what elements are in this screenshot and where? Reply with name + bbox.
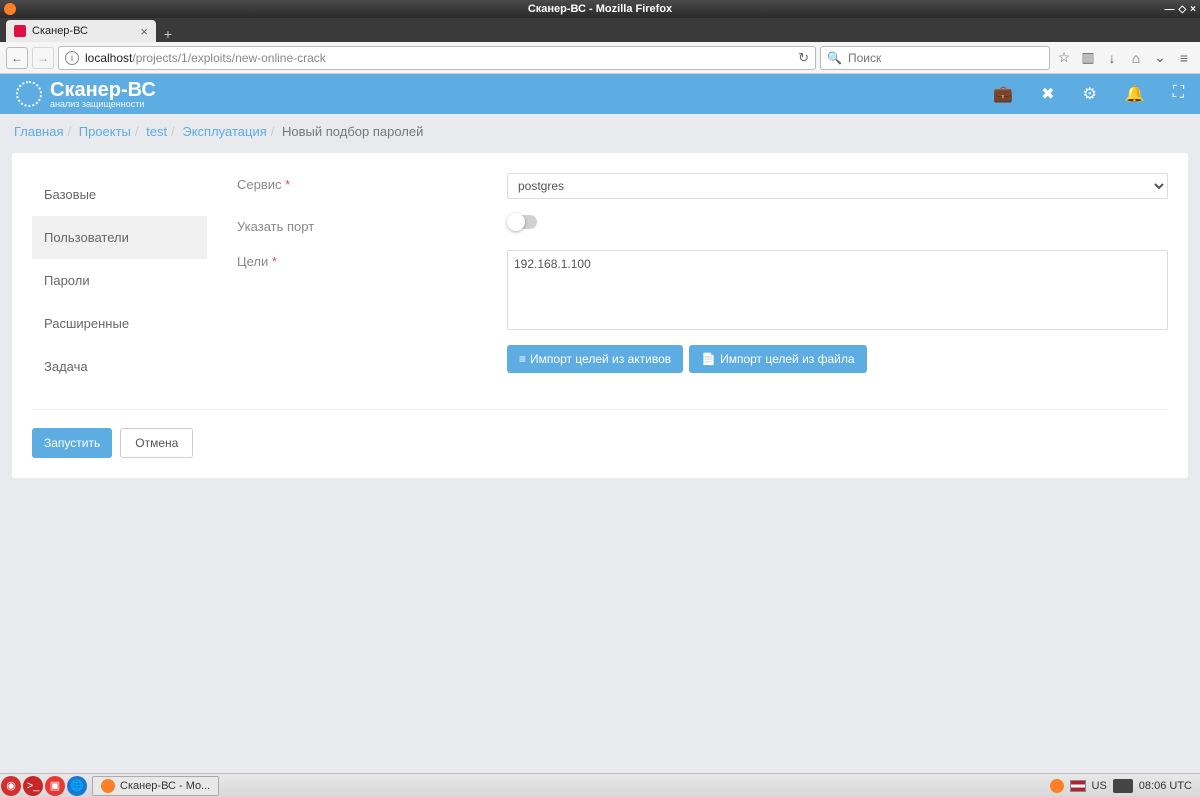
tab-close-icon[interactable]: × xyxy=(140,24,148,39)
fullscreen-icon[interactable]: ⛶ xyxy=(1173,84,1184,104)
taskbar-terminal-icon[interactable]: >_ xyxy=(23,776,43,796)
menu-icon[interactable]: ≡ xyxy=(1174,48,1194,68)
site-info-icon[interactable]: i xyxy=(65,51,79,65)
tray-keyboard-icon[interactable] xyxy=(1113,779,1133,793)
maximize-button[interactable]: ◇ xyxy=(1178,4,1186,15)
brand-tagline: анализ защищенности xyxy=(50,100,156,109)
taskbar-app-icon[interactable]: ◉ xyxy=(1,776,21,796)
reload-icon[interactable]: ↻ xyxy=(798,50,809,66)
pocket-icon[interactable]: ⌄ xyxy=(1150,48,1170,68)
taskbar-task[interactable]: Сканер-ВС - Mo... xyxy=(92,776,219,796)
form: Сервис * postgres Указать порт Цели * xyxy=(207,173,1168,389)
app-header: Сканер-ВС анализ защищенности 💼 ✖ ⚙ 🔔 ⛶ xyxy=(0,74,1200,114)
minimize-button[interactable]: — xyxy=(1164,4,1174,15)
port-toggle[interactable] xyxy=(507,215,537,229)
search-icon: 🔍 xyxy=(827,51,842,65)
firefox-icon xyxy=(4,3,16,15)
downloads-icon[interactable]: ↓ xyxy=(1102,48,1122,68)
url-text: localhost/projects/1/exploits/new-online… xyxy=(85,51,326,65)
breadcrumb-link[interactable]: Главная xyxy=(14,124,63,139)
new-tab-button[interactable]: + xyxy=(156,26,180,42)
vertical-tabs: Базовые Пользователи Пароли Расширенные … xyxy=(32,173,207,389)
tray-firefox-icon[interactable] xyxy=(1050,779,1064,793)
tab-title: Сканер-ВС xyxy=(32,25,88,37)
targets-input[interactable] xyxy=(507,250,1168,330)
bell-icon[interactable]: 🔔 xyxy=(1125,84,1145,104)
taskbar-browser-icon[interactable]: 🌐 xyxy=(67,776,87,796)
import-from-file-button[interactable]: 📄 Импорт целей из файла xyxy=(689,345,866,373)
gear-icon[interactable]: ⚙ xyxy=(1083,84,1097,104)
browser-tab-strip: Сканер-ВС × + xyxy=(0,18,1200,42)
url-bar[interactable]: i localhost/projects/1/exploits/new-onli… xyxy=(58,46,816,70)
breadcrumb: Главная/ Проекты/ test/ Эксплуатация/ Но… xyxy=(0,114,1200,147)
breadcrumb-current: Новый подбор паролей xyxy=(282,124,423,139)
service-select[interactable]: postgres xyxy=(507,173,1168,199)
search-input[interactable] xyxy=(848,51,1043,65)
favicon xyxy=(14,25,26,37)
home-icon[interactable]: ⌂ xyxy=(1126,48,1146,68)
panel-footer: Запустить Отмена xyxy=(32,409,1168,458)
bookmark-icon[interactable]: ☆ xyxy=(1054,48,1074,68)
import-from-assets-button[interactable]: ≡ Импорт целей из активов xyxy=(507,345,683,373)
browser-search[interactable]: 🔍 xyxy=(820,46,1050,70)
back-button[interactable]: ← xyxy=(6,47,28,69)
window-title: Сканер-ВС - Mozilla Firefox xyxy=(528,3,672,15)
tab-basic[interactable]: Базовые xyxy=(32,173,207,216)
taskbar-files-icon[interactable]: ▣ xyxy=(45,776,65,796)
forward-button[interactable]: → xyxy=(32,47,54,69)
list-icon: ≡ xyxy=(519,352,526,366)
close-button[interactable]: × xyxy=(1190,4,1196,15)
tray-lang[interactable]: US xyxy=(1092,780,1107,792)
tray-flag-icon[interactable] xyxy=(1070,780,1086,792)
brand-name: Сканер-ВС xyxy=(50,80,156,100)
tray-clock: 08:06 UTC xyxy=(1139,780,1192,792)
tab-passwords[interactable]: Пароли xyxy=(32,259,207,302)
os-titlebar: Сканер-ВС - Mozilla Firefox — ◇ × xyxy=(0,0,1200,18)
taskbar-task-label: Сканер-ВС - Mo... xyxy=(120,780,210,792)
tab-users[interactable]: Пользователи xyxy=(32,216,207,259)
breadcrumb-link[interactable]: test xyxy=(146,124,167,139)
os-taskbar: ◉ >_ ▣ 🌐 Сканер-ВС - Mo... US 08:06 UTC xyxy=(0,773,1200,797)
cancel-button[interactable]: Отмена xyxy=(120,428,193,458)
breadcrumb-link[interactable]: Эксплуатация xyxy=(182,124,266,139)
breadcrumb-link[interactable]: Проекты xyxy=(79,124,131,139)
logo-icon xyxy=(16,81,42,107)
tools-icon[interactable]: ✖ xyxy=(1041,84,1054,104)
main-panel: Базовые Пользователи Пароли Расширенные … xyxy=(12,153,1188,478)
library-icon[interactable]: ▥ xyxy=(1078,48,1098,68)
browser-toolbar: ← → i localhost/projects/1/exploits/new-… xyxy=(0,42,1200,74)
tab-task[interactable]: Задача xyxy=(32,345,207,388)
tab-advanced[interactable]: Расширенные xyxy=(32,302,207,345)
targets-label: Цели * xyxy=(237,250,507,269)
browser-tab[interactable]: Сканер-ВС × xyxy=(6,20,156,42)
port-label: Указать порт xyxy=(237,215,507,234)
file-icon: 📄 xyxy=(701,352,716,366)
firefox-icon xyxy=(101,779,115,793)
briefcase-icon[interactable]: 💼 xyxy=(993,84,1013,104)
run-button[interactable]: Запустить xyxy=(32,428,112,458)
service-label: Сервис * xyxy=(237,173,507,192)
app-logo[interactable]: Сканер-ВС анализ защищенности xyxy=(16,80,156,109)
